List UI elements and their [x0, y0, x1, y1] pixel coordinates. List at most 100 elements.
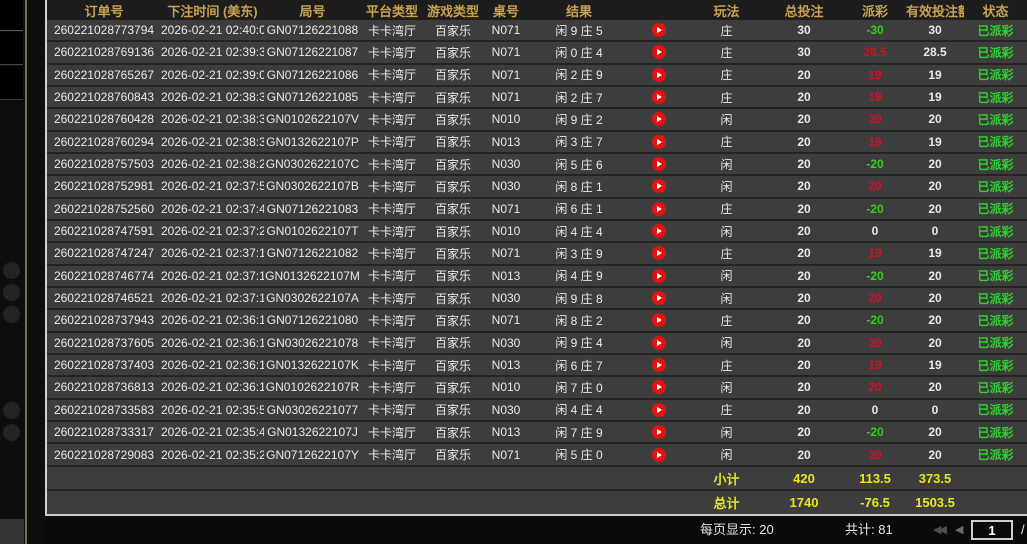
total-row: 总计1740-76.51503.5	[47, 490, 1027, 514]
replay-button[interactable]	[652, 380, 666, 394]
cell-valid-bet: 20	[906, 153, 964, 175]
column-header-round-id: 局号	[264, 0, 361, 20]
cell-game-type: 百家乐	[423, 421, 483, 443]
table-row: 2602210287575032026-02-21 02:38:21GN0302…	[47, 153, 1027, 175]
cell-status: 已派彩	[964, 108, 1027, 130]
replay-button[interactable]	[652, 425, 666, 439]
first-page-icon[interactable]: ◀◀	[933, 516, 944, 544]
replay-button[interactable]	[652, 269, 666, 283]
table-row: 2602210287602942026-02-21 02:38:36GN0132…	[47, 131, 1027, 153]
background-block	[0, 519, 24, 544]
cell-replay	[629, 41, 689, 63]
cell-status: 已派彩	[964, 354, 1027, 376]
cell-bet-time: 2026-02-21 02:39:07	[161, 64, 264, 86]
cell-result: 闲 9 庄 8	[529, 287, 629, 309]
cell-payout: 19	[844, 64, 906, 86]
cell-bet-time: 2026-02-21 02:35:49	[161, 421, 264, 443]
table-row: 2602210287737942026-02-21 02:40:00GN0712…	[47, 20, 1027, 41]
cell-payout: -20	[844, 421, 906, 443]
cell-bet-time: 2026-02-21 02:37:49	[161, 198, 264, 220]
replay-button[interactable]	[652, 291, 666, 305]
cell-table-no: N071	[483, 41, 529, 63]
cell-order-id: 260221028747591	[47, 220, 161, 242]
cell-table-no: N030	[483, 399, 529, 421]
cell-empty	[361, 490, 423, 514]
cell-order-id: 260221028760428	[47, 108, 161, 130]
cell-valid-bet: 28.5	[906, 41, 964, 63]
cell-payout: -20	[844, 309, 906, 331]
table-row: 2602210287529812026-02-21 02:37:51GN0302…	[47, 175, 1027, 197]
cell-bet-time: 2026-02-21 02:37:51	[161, 175, 264, 197]
replay-button[interactable]	[652, 68, 666, 82]
cell-round-id: GN0302622107B	[264, 175, 361, 197]
cell-play-type: 庄	[689, 399, 764, 421]
cell-play-type: 闲	[689, 220, 764, 242]
betting-records-panel: 订单号下注时间 (美东)局号平台类型游戏类型桌号结果玩法总投注派彩有效投注额状态…	[45, 0, 1027, 516]
cell-empty	[361, 466, 423, 491]
replay-button[interactable]	[652, 202, 666, 216]
replay-button[interactable]	[652, 23, 666, 37]
cell-valid-bet: 0	[906, 399, 964, 421]
replay-button[interactable]	[652, 403, 666, 417]
page-input[interactable]	[971, 520, 1013, 540]
cell-result: 闲 4 庄 4	[529, 220, 629, 242]
cell-order-id: 260221028733317	[47, 421, 161, 443]
cell-total-bet: 20	[764, 153, 844, 175]
cell-replay	[629, 242, 689, 264]
cell-valid-bet: 20	[906, 108, 964, 130]
replay-button[interactable]	[652, 45, 666, 59]
replay-button[interactable]	[652, 358, 666, 372]
cell-status: 已派彩	[964, 242, 1027, 264]
cell-replay	[629, 131, 689, 153]
table-row: 2602210287608432026-02-21 02:38:39GN0712…	[47, 86, 1027, 108]
cell-order-id: 260221028760843	[47, 86, 161, 108]
cell-replay	[629, 220, 689, 242]
replay-button[interactable]	[652, 135, 666, 149]
cell-order-id: 260221028769136	[47, 41, 161, 63]
table-row: 2602210287290832026-02-21 02:35:25GN0712…	[47, 443, 1027, 465]
cell-status: 已派彩	[964, 86, 1027, 108]
cell-result: 闲 6 庄 7	[529, 354, 629, 376]
cell-play-type: 闲	[689, 421, 764, 443]
column-header-result: 结果	[529, 0, 629, 20]
cell-status: 已派彩	[964, 198, 1027, 220]
cell-empty	[264, 466, 361, 491]
cell-empty	[264, 490, 361, 514]
cell-status: 已派彩	[964, 131, 1027, 153]
cell-payout: 20	[844, 443, 906, 465]
prev-page-icon[interactable]: ◀	[955, 516, 963, 544]
replay-button[interactable]	[652, 246, 666, 260]
cell-platform-type: 卡卡湾厅	[361, 220, 423, 242]
cell-total-bet: 20	[764, 265, 844, 287]
cell-round-id: GN07126221080	[264, 309, 361, 331]
cell-round-id: GN07126221085	[264, 86, 361, 108]
replay-button[interactable]	[652, 90, 666, 104]
cell-replay	[629, 198, 689, 220]
cell-play-type: 庄	[689, 64, 764, 86]
cell-empty	[47, 466, 161, 491]
cell-status: 已派彩	[964, 332, 1027, 354]
cell-replay	[629, 443, 689, 465]
cell-round-id: GN0132622107K	[264, 354, 361, 376]
column-header-replay	[629, 0, 689, 20]
cell-empty	[423, 466, 483, 491]
cell-order-id: 260221028757503	[47, 153, 161, 175]
cell-platform-type: 卡卡湾厅	[361, 265, 423, 287]
background-coin-icon	[3, 402, 20, 419]
replay-button[interactable]	[652, 224, 666, 238]
cell-total-bet: 20	[764, 443, 844, 465]
cell-table-no: N071	[483, 309, 529, 331]
replay-button[interactable]	[652, 448, 666, 462]
replay-button[interactable]	[652, 112, 666, 126]
cell-payout: -20	[844, 198, 906, 220]
replay-button[interactable]	[652, 157, 666, 171]
cell-replay	[629, 64, 689, 86]
cell-play-type: 闲	[689, 376, 764, 398]
cell-round-id: GN03026221078	[264, 332, 361, 354]
cell-round-id: GN07126221088	[264, 20, 361, 41]
replay-button[interactable]	[652, 313, 666, 327]
replay-button[interactable]	[652, 336, 666, 350]
table-row: 2602210287691362026-02-21 02:39:34GN0712…	[47, 41, 1027, 63]
cell-empty	[964, 490, 1027, 514]
replay-button[interactable]	[652, 179, 666, 193]
